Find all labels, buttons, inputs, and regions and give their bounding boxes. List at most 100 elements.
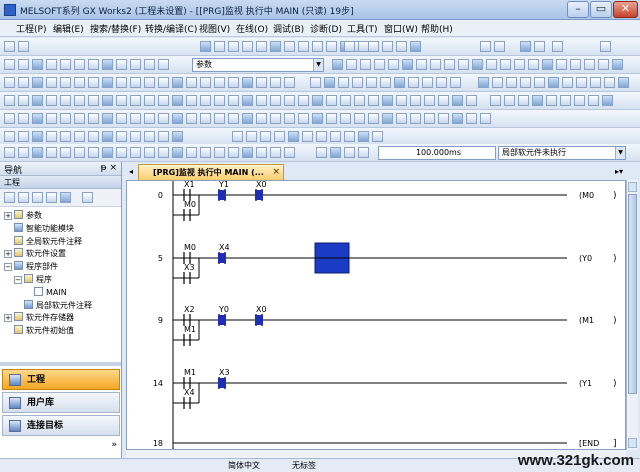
undo-icon[interactable] [600, 41, 611, 52]
copy-icon[interactable] [74, 95, 85, 106]
write-icon[interactable] [452, 113, 463, 124]
copy-icon[interactable] [242, 41, 253, 52]
properties-icon[interactable] [32, 192, 43, 203]
coil-icon[interactable] [158, 147, 169, 158]
tree-item[interactable]: + 软元件设置 [4, 248, 66, 260]
open-icon[interactable] [358, 41, 369, 52]
cut-icon[interactable] [324, 77, 335, 88]
copy-icon[interactable] [588, 95, 599, 106]
cut-icon[interactable] [60, 113, 71, 124]
open-icon[interactable] [46, 192, 57, 203]
paste-icon[interactable] [358, 147, 369, 158]
save-icon[interactable] [200, 41, 211, 52]
print-icon[interactable] [560, 95, 571, 106]
cut-icon[interactable] [330, 147, 341, 158]
vertical-scrollbar[interactable] [626, 180, 638, 450]
stop-icon[interactable] [274, 131, 285, 142]
find-icon[interactable] [130, 77, 141, 88]
read-icon[interactable] [260, 131, 271, 142]
find-icon[interactable] [130, 113, 141, 124]
stop-icon[interactable] [228, 147, 239, 158]
new-file-icon[interactable] [534, 77, 545, 88]
scroll-down-icon[interactable] [628, 438, 637, 448]
menu-window[interactable]: 窗口(W) [384, 22, 418, 35]
new-file-icon[interactable] [416, 59, 427, 70]
save-icon[interactable] [32, 131, 43, 142]
contact-icon[interactable] [144, 113, 155, 124]
find-icon[interactable] [382, 113, 393, 124]
monitor-icon[interactable] [186, 95, 197, 106]
parameter-combo[interactable]: 参数 ▼ [192, 58, 324, 72]
redo-icon[interactable] [116, 113, 127, 124]
monitor-icon[interactable] [438, 95, 449, 106]
save-icon[interactable] [284, 77, 295, 88]
read-icon[interactable] [214, 113, 225, 124]
line-icon[interactable] [584, 59, 595, 70]
run-icon[interactable] [402, 59, 413, 70]
find-icon[interactable] [394, 77, 405, 88]
find-icon[interactable] [542, 59, 553, 70]
run-icon[interactable] [288, 131, 299, 142]
undo-icon[interactable] [102, 77, 113, 88]
contact-icon[interactable] [408, 77, 419, 88]
copy-icon[interactable] [372, 131, 383, 142]
close-button[interactable]: ✕ [613, 1, 638, 18]
scroll-thumb[interactable] [628, 194, 637, 394]
undo-icon[interactable] [102, 113, 113, 124]
read-icon[interactable] [492, 77, 503, 88]
coil-icon[interactable] [422, 77, 433, 88]
line-icon[interactable] [172, 95, 183, 106]
tree-item[interactable]: − 程序 [14, 274, 52, 286]
line-icon[interactable] [172, 113, 183, 124]
print-icon[interactable] [298, 95, 309, 106]
save-icon[interactable] [444, 59, 455, 70]
line-icon[interactable] [172, 77, 183, 88]
cut-icon[interactable] [472, 59, 483, 70]
new-file-icon[interactable] [4, 147, 15, 158]
line-icon[interactable] [436, 77, 447, 88]
undo-icon[interactable] [102, 59, 113, 70]
stop-icon[interactable] [228, 77, 239, 88]
copy-icon[interactable] [486, 59, 497, 70]
line-icon[interactable] [332, 59, 343, 70]
redo-icon[interactable] [380, 77, 391, 88]
tree-item[interactable]: MAIN [24, 286, 67, 299]
undo-icon[interactable] [366, 77, 377, 88]
open-icon[interactable] [18, 113, 29, 124]
chevron-down-icon[interactable]: ▼ [615, 147, 625, 159]
save-icon[interactable] [546, 95, 557, 106]
cut-icon[interactable] [520, 41, 531, 52]
write-icon[interactable] [612, 59, 623, 70]
expander-icon[interactable]: + [4, 314, 12, 323]
scroll-up-icon[interactable] [628, 182, 637, 192]
undo-icon[interactable] [270, 41, 281, 52]
print-icon[interactable] [494, 41, 505, 52]
read-icon[interactable] [466, 95, 477, 106]
open-icon[interactable] [18, 95, 29, 106]
print-icon[interactable] [298, 113, 309, 124]
open-icon[interactable] [18, 59, 29, 70]
stop-icon[interactable] [396, 41, 407, 52]
expander-icon[interactable]: − [14, 276, 22, 284]
write-icon[interactable] [200, 95, 211, 106]
print-icon[interactable] [576, 77, 587, 88]
redo-icon[interactable] [528, 59, 539, 70]
paste-icon[interactable] [88, 131, 99, 142]
write-icon[interactable] [368, 41, 379, 52]
copy-icon[interactable] [326, 95, 337, 106]
undo-icon[interactable] [102, 95, 113, 106]
open-icon[interactable] [270, 95, 281, 106]
read-icon[interactable] [214, 147, 225, 158]
open-icon[interactable] [18, 131, 29, 142]
save-icon[interactable] [32, 147, 43, 158]
copy-icon[interactable] [74, 59, 85, 70]
run-icon[interactable] [242, 95, 253, 106]
paste-icon[interactable] [88, 113, 99, 124]
monitor-icon[interactable] [438, 113, 449, 124]
monitor-icon[interactable] [186, 113, 197, 124]
run-icon[interactable] [242, 113, 253, 124]
redo-icon[interactable] [116, 59, 127, 70]
save-icon[interactable] [32, 59, 43, 70]
read-icon[interactable] [214, 95, 225, 106]
refresh-icon[interactable] [60, 192, 71, 203]
